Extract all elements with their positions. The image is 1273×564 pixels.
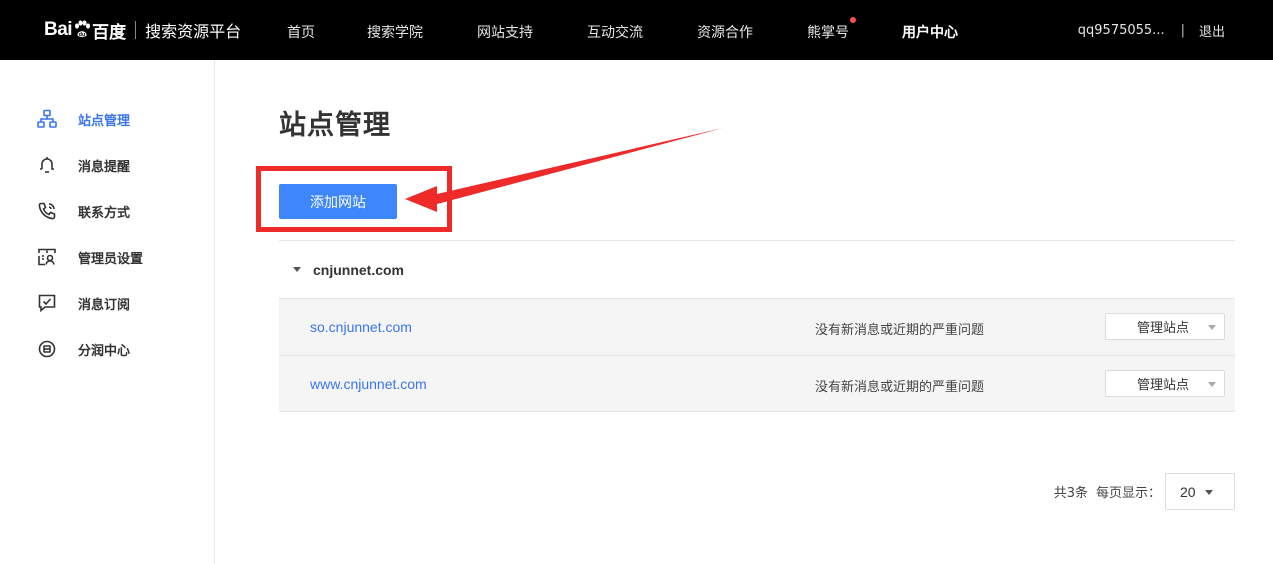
baidu-logo[interactable]: Bai du 百度 搜索资源平台 bbox=[44, 13, 241, 47]
sidebar-item-contact[interactable]: 联系方式 bbox=[36, 199, 130, 223]
sidebar-item-label: 联系方式 bbox=[78, 205, 131, 221]
subscribe-check-icon bbox=[36, 292, 58, 314]
table-row: www.cnjunnet.com 没有新消息或近期的严重问题 管理站点 bbox=[279, 355, 1235, 412]
site-status-message: 没有新消息或近期的严重问题 bbox=[815, 323, 985, 338]
bell-icon bbox=[36, 154, 58, 176]
logout-link[interactable]: 退出 bbox=[1199, 21, 1225, 40]
page-size-value: 20 bbox=[1180, 483, 1196, 500]
site-link[interactable]: so.cnjunnet.com bbox=[310, 319, 412, 335]
sidebar-item-site-management[interactable]: 站点管理 bbox=[36, 107, 130, 131]
nav-user-center[interactable]: 用户中心 bbox=[902, 0, 958, 60]
annotation-highlight-box bbox=[256, 166, 452, 232]
pager-per-page-label: 每页显示： bbox=[1095, 486, 1161, 501]
sidebar-item-label: 管理员设置 bbox=[78, 251, 144, 267]
nav-resource-cooperation[interactable]: 资源合作 bbox=[697, 0, 753, 60]
sidebar-item-revenue-center[interactable]: 分润中心 bbox=[36, 337, 130, 361]
nav-search-academy[interactable]: 搜索学院 bbox=[367, 0, 423, 60]
table-row: so.cnjunnet.com 没有新消息或近期的严重问题 管理站点 bbox=[279, 298, 1235, 355]
sitemap-icon bbox=[36, 108, 58, 130]
phone-icon bbox=[36, 200, 58, 222]
site-link[interactable]: www.cnjunnet.com bbox=[310, 376, 427, 392]
manage-site-dropdown[interactable]: 管理站点 bbox=[1105, 370, 1225, 397]
user-area: qq9575055... | 退出 bbox=[1078, 0, 1225, 60]
logo-divider bbox=[135, 21, 137, 39]
page-title: 站点管理 bbox=[279, 110, 391, 141]
site-group-header[interactable]: cnjunnet.com bbox=[279, 240, 1235, 298]
manage-site-dropdown[interactable]: 管理站点 bbox=[1105, 313, 1225, 340]
page-size-select[interactable]: 20 bbox=[1165, 473, 1235, 510]
nav-xiongzhang[interactable]: 熊掌号 bbox=[807, 0, 849, 60]
admin-icon bbox=[36, 246, 58, 268]
sidebar-item-admin-settings[interactable]: 管理员设置 bbox=[36, 245, 143, 269]
logo-text-baidu-cn: 百度 bbox=[92, 22, 127, 43]
user-name[interactable]: qq9575055... bbox=[1078, 23, 1165, 38]
sidebar-item-notifications[interactable]: 消息提醒 bbox=[36, 153, 130, 177]
chevron-down-icon bbox=[1205, 490, 1213, 495]
chevron-down-icon bbox=[1208, 382, 1216, 387]
logo-text-bai: Bai bbox=[44, 19, 73, 40]
sidebar: 站点管理 消息提醒 联系方式 管理员设置 消息订阅 分润中心 bbox=[0, 60, 215, 564]
nav-site-support[interactable]: 网站支持 bbox=[477, 0, 533, 60]
sidebar-item-label: 消息提醒 bbox=[78, 159, 131, 175]
pagination: 共3条 每页显示： 20 bbox=[1054, 473, 1235, 510]
nav-home[interactable]: 首页 bbox=[287, 0, 315, 60]
nav-notification-dot bbox=[850, 17, 856, 23]
site-status-message: 没有新消息或近期的严重问题 bbox=[815, 380, 985, 395]
manage-site-label: 管理站点 bbox=[1137, 321, 1190, 336]
sidebar-item-label: 站点管理 bbox=[78, 113, 131, 129]
svg-text:du: du bbox=[79, 32, 86, 38]
chevron-down-icon bbox=[1208, 325, 1216, 330]
site-list: cnjunnet.com so.cnjunnet.com 没有新消息或近期的严重… bbox=[279, 240, 1235, 412]
platform-name: 搜索资源平台 bbox=[145, 22, 242, 41]
pager-total: 共3条 bbox=[1053, 486, 1088, 501]
group-domain: cnjunnet.com bbox=[313, 261, 405, 278]
paw-logo-icon: du bbox=[73, 20, 91, 38]
manage-site-label: 管理站点 bbox=[1137, 378, 1190, 393]
coin-icon bbox=[36, 338, 58, 360]
sidebar-item-label: 消息订阅 bbox=[78, 297, 131, 313]
nav-community[interactable]: 互动交流 bbox=[587, 0, 643, 60]
sidebar-item-label: 分润中心 bbox=[78, 343, 131, 359]
top-navigation-bar: Bai du 百度 搜索资源平台 首页 搜索学院 网站支持 互动交流 资源合作 … bbox=[0, 0, 1273, 60]
sidebar-item-subscription[interactable]: 消息订阅 bbox=[36, 291, 130, 315]
caret-down-icon bbox=[293, 267, 301, 272]
user-separator: | bbox=[1180, 22, 1185, 38]
